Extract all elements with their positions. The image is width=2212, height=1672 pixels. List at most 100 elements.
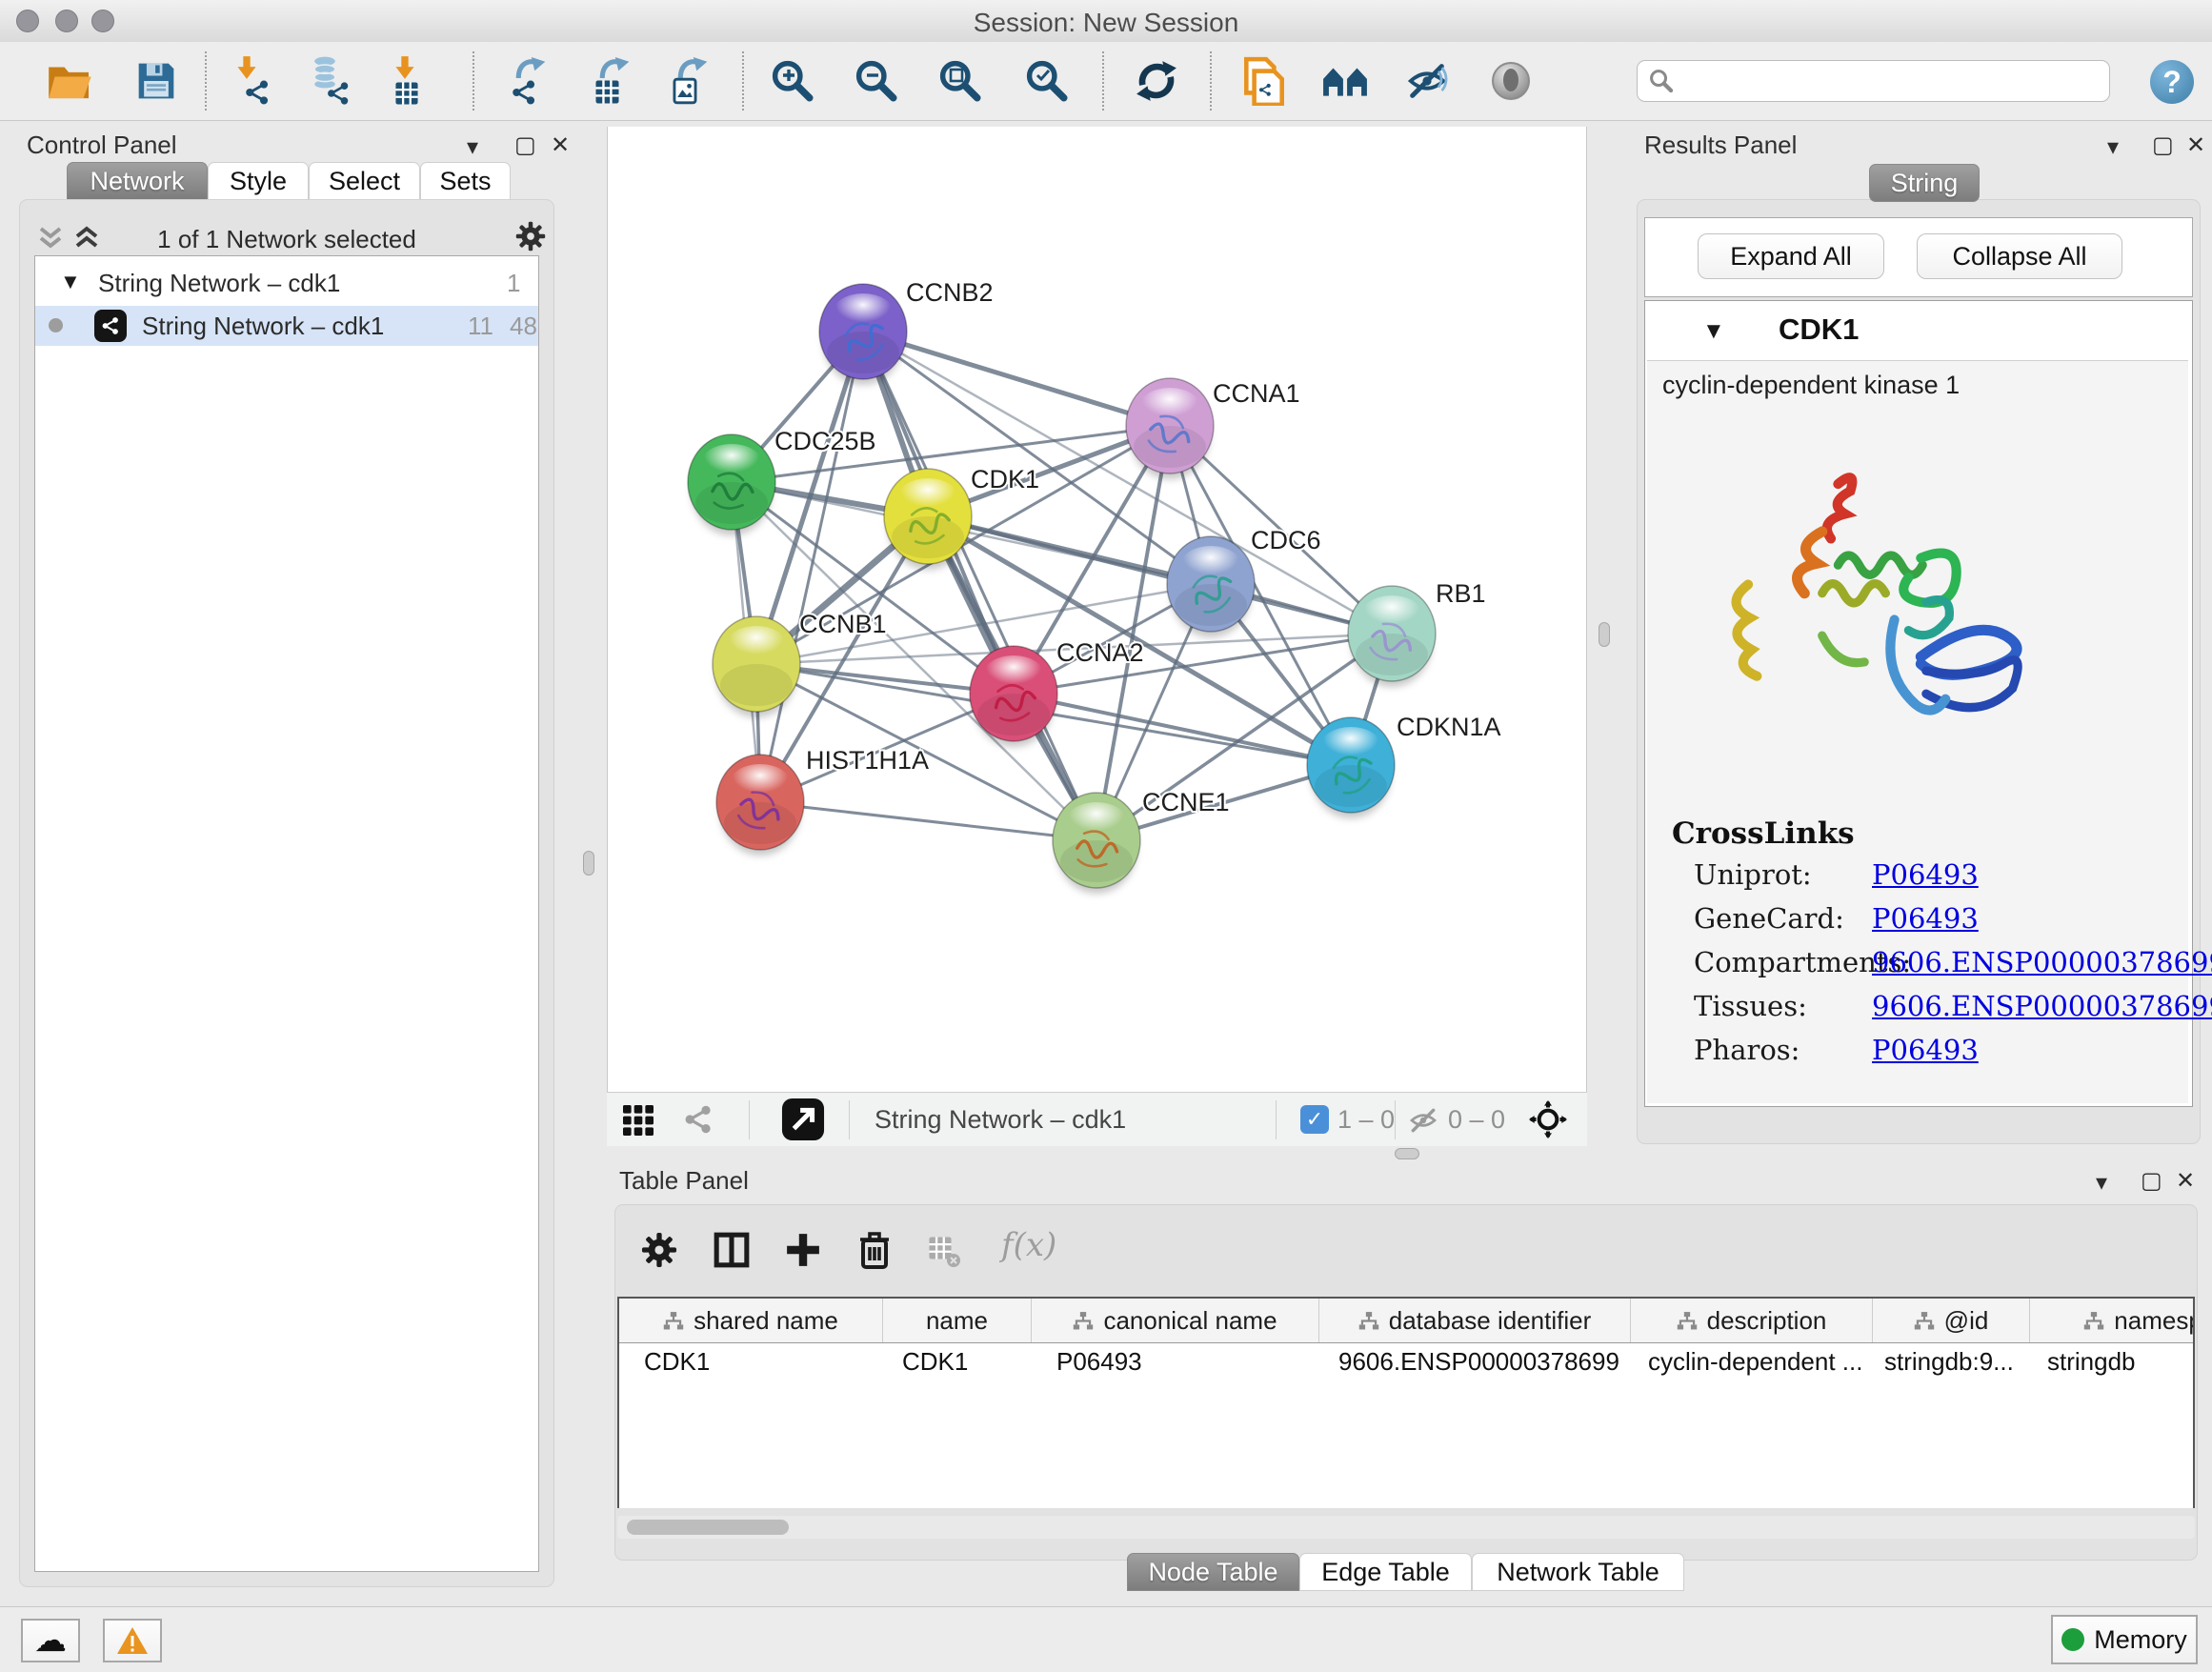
- birds-eye-view-icon[interactable]: [781, 1098, 825, 1141]
- zoom-in-icon[interactable]: [768, 56, 817, 106]
- hide-selected-icon[interactable]: [1402, 56, 1452, 106]
- control-panel-tabs: NetworkStyleSelectSets: [67, 162, 511, 200]
- show-columns-icon[interactable]: [714, 1232, 750, 1268]
- network-node-CDKN1A[interactable]: [1307, 717, 1395, 818]
- panel-float-icon[interactable]: ▢: [2152, 134, 2174, 157]
- tab-edge-table[interactable]: Edge Table: [1299, 1553, 1472, 1591]
- open-session-icon[interactable]: [45, 56, 94, 106]
- column-header-database-identifier[interactable]: database identifier: [1319, 1299, 1631, 1342]
- column-header-@id[interactable]: @id: [1873, 1299, 2030, 1342]
- column-header-namespace[interactable]: namespace: [2030, 1299, 2195, 1342]
- refresh-icon[interactable]: [1132, 56, 1181, 106]
- zoom-selected-icon[interactable]: [1022, 56, 1072, 106]
- column-header-name[interactable]: name: [883, 1299, 1032, 1342]
- tab-sets[interactable]: Sets: [420, 162, 511, 200]
- panel-close-icon[interactable]: ✕: [2186, 134, 2205, 157]
- import-table-file-icon[interactable]: [382, 56, 432, 106]
- help-button[interactable]: ?: [2150, 60, 2194, 104]
- collection-expander-icon[interactable]: ▼: [60, 270, 81, 294]
- network-node-HIST1H1A[interactable]: [716, 755, 804, 856]
- search-input[interactable]: [1637, 60, 2110, 102]
- column-header-shared-name[interactable]: shared name: [619, 1299, 883, 1342]
- column-header-canonical-name[interactable]: canonical name: [1032, 1299, 1319, 1342]
- panel-float-icon[interactable]: ▢: [514, 134, 536, 157]
- copy-style-icon[interactable]: [1239, 56, 1289, 106]
- memory-button[interactable]: Memory: [2051, 1615, 2198, 1664]
- network-share-icon[interactable]: [683, 1104, 714, 1135]
- crosslink-value-link[interactable]: P06493: [1872, 858, 1979, 891]
- panel-menu-icon[interactable]: ▾: [467, 136, 478, 159]
- network-node-RB1[interactable]: [1348, 586, 1436, 687]
- network-edge[interactable]: [863, 332, 1170, 426]
- tab-string[interactable]: String: [1869, 164, 1980, 202]
- table-tabs: Node TableEdge TableNetwork Table: [1127, 1553, 1684, 1591]
- crosslink-value-link[interactable]: P06493: [1872, 902, 1979, 935]
- network-graph[interactable]: CCNB2CCNA1CDC25BCDK1CDC6RB1CCNB1CCNA2CDK…: [608, 127, 1586, 1090]
- network-node-CCNB2[interactable]: [819, 284, 907, 385]
- tab-network-table[interactable]: Network Table: [1472, 1553, 1684, 1591]
- import-network-database-icon[interactable]: [306, 56, 355, 106]
- table-cell: CDK1: [619, 1343, 883, 1380]
- network-node-CDK1[interactable]: [884, 469, 972, 570]
- horizontal-scrollbar[interactable]: [617, 1516, 2195, 1539]
- grid-view-icon[interactable]: [623, 1105, 654, 1136]
- expand-all-button[interactable]: Expand All: [1698, 233, 1884, 279]
- panel-close-icon[interactable]: ✕: [2176, 1170, 2195, 1193]
- network-node-CDC25B[interactable]: [688, 434, 775, 535]
- warning-button[interactable]: [103, 1619, 162, 1662]
- network-canvas[interactable]: CCNB2CCNA1CDC25BCDK1CDC6RB1CCNB1CCNA2CDK…: [607, 127, 1587, 1092]
- crosslink-value-link[interactable]: 9606.ENSP00000378699: [1872, 946, 2212, 978]
- export-network-icon[interactable]: [506, 56, 555, 106]
- scrollbar-thumb[interactable]: [627, 1520, 789, 1535]
- crosslink-value-link[interactable]: P06493: [1872, 1034, 1979, 1066]
- add-column-icon[interactable]: [785, 1232, 821, 1268]
- network-node-CCNA2[interactable]: [970, 646, 1057, 747]
- left-splitter-handle[interactable]: [583, 851, 594, 876]
- table-settings-gear-icon[interactable]: [641, 1232, 677, 1268]
- tab-style[interactable]: Style: [208, 162, 309, 200]
- table-row[interactable]: CDK1CDK1P064939606.ENSP00000378699cyclin…: [619, 1343, 2193, 1380]
- selected-checkbox-icon[interactable]: ✓: [1300, 1105, 1329, 1134]
- panel-menu-icon[interactable]: ▾: [2107, 136, 2119, 159]
- zoom-fit-icon[interactable]: [935, 56, 985, 106]
- delete-column-trash-icon[interactable]: [856, 1230, 893, 1270]
- export-table-icon[interactable]: [586, 56, 635, 106]
- table-panel: Table Panel ▾ ▢ ✕ f(x) shared namenameca…: [607, 1158, 2212, 1589]
- control-panel-title: Control Panel: [27, 131, 177, 160]
- fit-content-target-icon[interactable]: [1529, 1100, 1567, 1138]
- right-splitter-handle[interactable]: [1599, 622, 1610, 647]
- panel-close-icon[interactable]: ✕: [551, 134, 570, 157]
- cloud-button[interactable]: ☁: [21, 1619, 80, 1662]
- node-label-CDC6: CDC6: [1251, 526, 1321, 554]
- network-node-CCNE1[interactable]: [1053, 793, 1140, 894]
- network-node-CCNA1[interactable]: [1126, 378, 1214, 479]
- crosslink-row: Tissues:9606.ENSP00000378699: [1647, 990, 2188, 1034]
- network-options-gear-icon[interactable]: [515, 221, 546, 252]
- node-label-RB1: RB1: [1436, 579, 1486, 608]
- zoom-out-icon[interactable]: [852, 56, 901, 106]
- tab-network[interactable]: Network: [67, 162, 208, 200]
- tab-node-table[interactable]: Node Table: [1127, 1553, 1299, 1591]
- column-type-tree-icon: [1358, 1312, 1379, 1330]
- import-network-file-icon[interactable]: [226, 56, 275, 106]
- first-neighbors-icon[interactable]: [1320, 56, 1370, 106]
- panel-float-icon[interactable]: ▢: [2141, 1170, 2162, 1193]
- entry-expander-icon[interactable]: ▼: [1702, 318, 1725, 345]
- crosslink-value-link[interactable]: 9606.ENSP00000378699: [1872, 990, 2212, 1022]
- collapse-all-button[interactable]: Collapse All: [1917, 233, 2122, 279]
- network-edge[interactable]: [760, 332, 863, 802]
- column-type-tree-icon: [1914, 1312, 1935, 1330]
- network-node-CCNB1[interactable]: [713, 616, 800, 717]
- export-image-icon[interactable]: [662, 56, 712, 106]
- column-header-description[interactable]: description: [1631, 1299, 1873, 1342]
- network-row[interactable]: String Network – cdk1 11 48: [35, 306, 538, 346]
- save-session-icon[interactable]: [131, 56, 181, 106]
- tab-select[interactable]: Select: [309, 162, 420, 200]
- network-edge[interactable]: [760, 802, 1096, 840]
- show-hidden-icon[interactable]: [1486, 56, 1536, 106]
- network-edge[interactable]: [1014, 694, 1351, 765]
- column-header-label: namespace: [2114, 1306, 2195, 1336]
- panel-menu-icon[interactable]: ▾: [2096, 1172, 2107, 1195]
- hidden-eye-slash-icon[interactable]: [1408, 1105, 1438, 1136]
- network-collection-row[interactable]: ▼ String Network – cdk1 1: [35, 264, 538, 302]
